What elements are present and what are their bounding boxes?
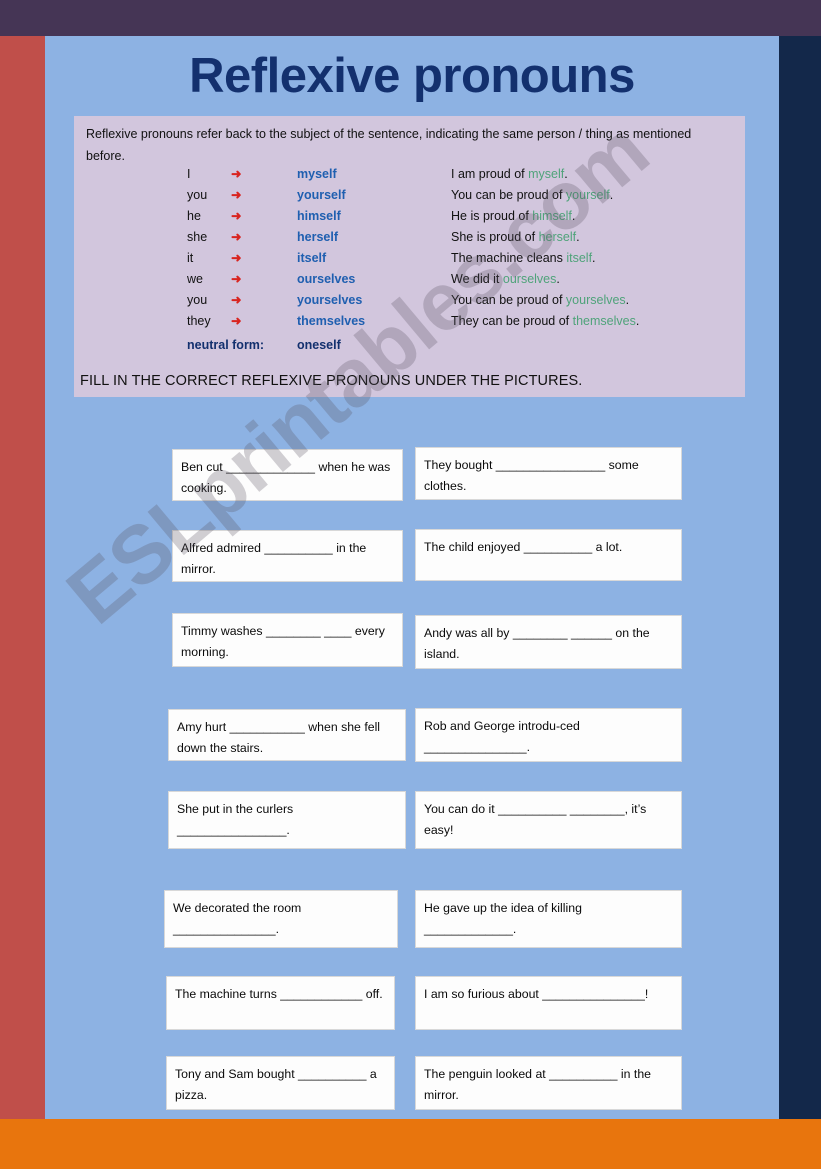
arrow-right-icon: ➜ <box>231 167 242 181</box>
example-suffix: . <box>635 313 640 328</box>
reflexive-pronoun: themselves <box>297 313 366 328</box>
arrow-right-icon: ➜ <box>231 293 242 307</box>
example-sentence: The machine cleans itself. <box>389 247 639 268</box>
exercise-box-3[interactable]: Alfred admired __________ in the mirror. <box>172 530 403 582</box>
example-sentence: She is proud of herself. <box>389 226 639 247</box>
decorative-top-bar <box>0 0 821 36</box>
decorative-bottom-bar <box>0 1119 821 1169</box>
example-prefix: She is proud of <box>451 229 539 244</box>
example-sentence: We did it ourselves. <box>389 268 639 289</box>
exercise-box-4[interactable]: The child enjoyed __________ a lot. <box>415 529 682 581</box>
example-prefix: They can be proud of <box>451 313 573 328</box>
arrow-right-icon: ➜ <box>231 209 242 223</box>
reflexive-pronoun: himself <box>297 208 341 223</box>
pronoun-table: I ➜ myself I am proud of myself. you ➜ yoursel… <box>187 163 639 355</box>
subject-pronoun: you <box>187 292 208 307</box>
pronoun-row: you ➜ yourselves You can be proud of yourse… <box>187 289 639 310</box>
fill-in-instruction: FILL IN THE CORRECT REFLEXIVE PRONOUNS U… <box>80 373 583 389</box>
neutral-form-spacer <box>389 331 639 355</box>
example-prefix: You can be proud of <box>451 187 566 202</box>
example-highlight-word: yourself <box>565 187 610 202</box>
exercise-box-2[interactable]: They bought ________________ some clothe… <box>415 447 682 500</box>
exercise-box-10[interactable]: You can do it __________ ________, it’s … <box>415 791 682 849</box>
exercise-box-16[interactable]: The penguin looked at __________ in the … <box>415 1056 682 1110</box>
pronoun-row: you ➜ yourself You can be proud of yourself… <box>187 184 639 205</box>
pronoun-row: I ➜ myself I am proud of myself. <box>187 163 639 184</box>
arrow-right-icon: ➜ <box>231 230 242 244</box>
arrow-right-icon: ➜ <box>231 314 242 328</box>
reflexive-pronoun: itself <box>297 250 327 265</box>
example-prefix: You can be proud of <box>451 292 566 307</box>
exercise-box-9[interactable]: She put in the curlers ________________. <box>168 791 406 849</box>
example-suffix: . <box>609 187 614 202</box>
subject-pronoun: you <box>187 187 208 202</box>
pronoun-row: he ➜ himself He is proud of himself. <box>187 205 639 226</box>
subject-pronoun: I <box>187 166 191 181</box>
example-prefix: I am proud of <box>451 166 529 181</box>
subject-pronoun: it <box>187 250 194 265</box>
neutral-form-row: neutral form: oneself <box>187 331 639 355</box>
example-prefix: He is proud of <box>451 208 533 223</box>
example-highlight-word: himself <box>532 208 572 223</box>
subject-pronoun: they <box>187 313 211 328</box>
exercise-box-12[interactable]: He gave up the idea of killing _________… <box>415 890 682 948</box>
subject-pronoun: he <box>187 208 201 223</box>
exercise-box-8[interactable]: Rob and George introdu-ced _____________… <box>415 708 682 762</box>
exercise-box-7[interactable]: Amy hurt ___________ when she fell down … <box>168 709 406 761</box>
example-highlight-word: itself <box>566 250 593 265</box>
example-highlight-word: themselves <box>572 313 636 328</box>
example-highlight-word: yourselves <box>565 292 626 307</box>
reflexive-pronoun: herself <box>297 229 338 244</box>
reflexive-pronoun: yourselves <box>297 292 363 307</box>
example-suffix: . <box>592 250 596 265</box>
example-suffix: . <box>625 292 630 307</box>
pronoun-row: it ➜ itself The machine cleans itself. <box>187 247 639 268</box>
example-suffix: . <box>556 271 560 286</box>
subject-pronoun: she <box>187 229 208 244</box>
reflexive-pronoun: yourself <box>297 187 346 202</box>
example-highlight-word: myself <box>528 166 565 181</box>
example-highlight-word: herself <box>538 229 577 244</box>
reflexive-pronoun: ourselves <box>297 271 356 286</box>
example-sentence: You can be proud of yourselves. <box>389 289 639 310</box>
neutral-form-label: neutral form: <box>187 337 265 352</box>
example-suffix: . <box>564 166 568 181</box>
arrow-right-icon: ➜ <box>231 251 242 265</box>
neutral-form-word: oneself <box>297 337 341 352</box>
example-sentence: You can be proud of yourself. <box>389 184 639 205</box>
example-prefix: The machine cleans <box>451 250 567 265</box>
exercise-box-11[interactable]: We decorated the room _______________. <box>164 890 398 948</box>
pronoun-row: they ➜ themselves They can be proud of them… <box>187 310 639 331</box>
example-sentence: I am proud of myself. <box>389 163 639 184</box>
decorative-right-bar <box>779 36 821 1119</box>
example-sentence: They can be proud of themselves. <box>389 310 639 331</box>
example-sentence: He is proud of himself. <box>389 205 639 226</box>
arrow-right-icon: ➜ <box>231 188 242 202</box>
subject-pronoun: we <box>187 271 203 286</box>
decorative-left-bar <box>0 36 45 1119</box>
exercise-box-13[interactable]: The machine turns ____________ off. <box>166 976 395 1030</box>
panel-intro-text: Reflexive pronouns refer back to the sub… <box>86 127 692 163</box>
page-title: Reflexive pronouns <box>189 49 635 103</box>
example-prefix: We did it <box>451 271 503 286</box>
arrow-right-icon: ➜ <box>231 272 242 286</box>
worksheet-page: Reflexive pronouns Reflexive pronouns re… <box>0 0 821 1169</box>
reference-panel: Reflexive pronouns refer back to the sub… <box>74 116 745 397</box>
example-highlight-word: ourselves <box>502 271 557 286</box>
exercise-box-14[interactable]: I am so furious about _______________! <box>415 976 682 1030</box>
exercise-box-1[interactable]: Ben cut _____________ when he was cookin… <box>172 449 403 501</box>
example-suffix: . <box>576 229 580 244</box>
exercise-box-6[interactable]: Andy was all by ________ ______ on the i… <box>415 615 682 669</box>
example-suffix: . <box>571 208 576 223</box>
pronoun-row: we ➜ ourselves We did it ourselves. <box>187 268 639 289</box>
exercise-box-15[interactable]: Tony and Sam bought __________ a pizza. <box>166 1056 395 1110</box>
exercise-box-5[interactable]: Timmy washes ________ ____ every morning… <box>172 613 403 667</box>
pronoun-row: she ➜ herself She is proud of herself. <box>187 226 639 247</box>
reflexive-pronoun: myself <box>297 166 337 181</box>
